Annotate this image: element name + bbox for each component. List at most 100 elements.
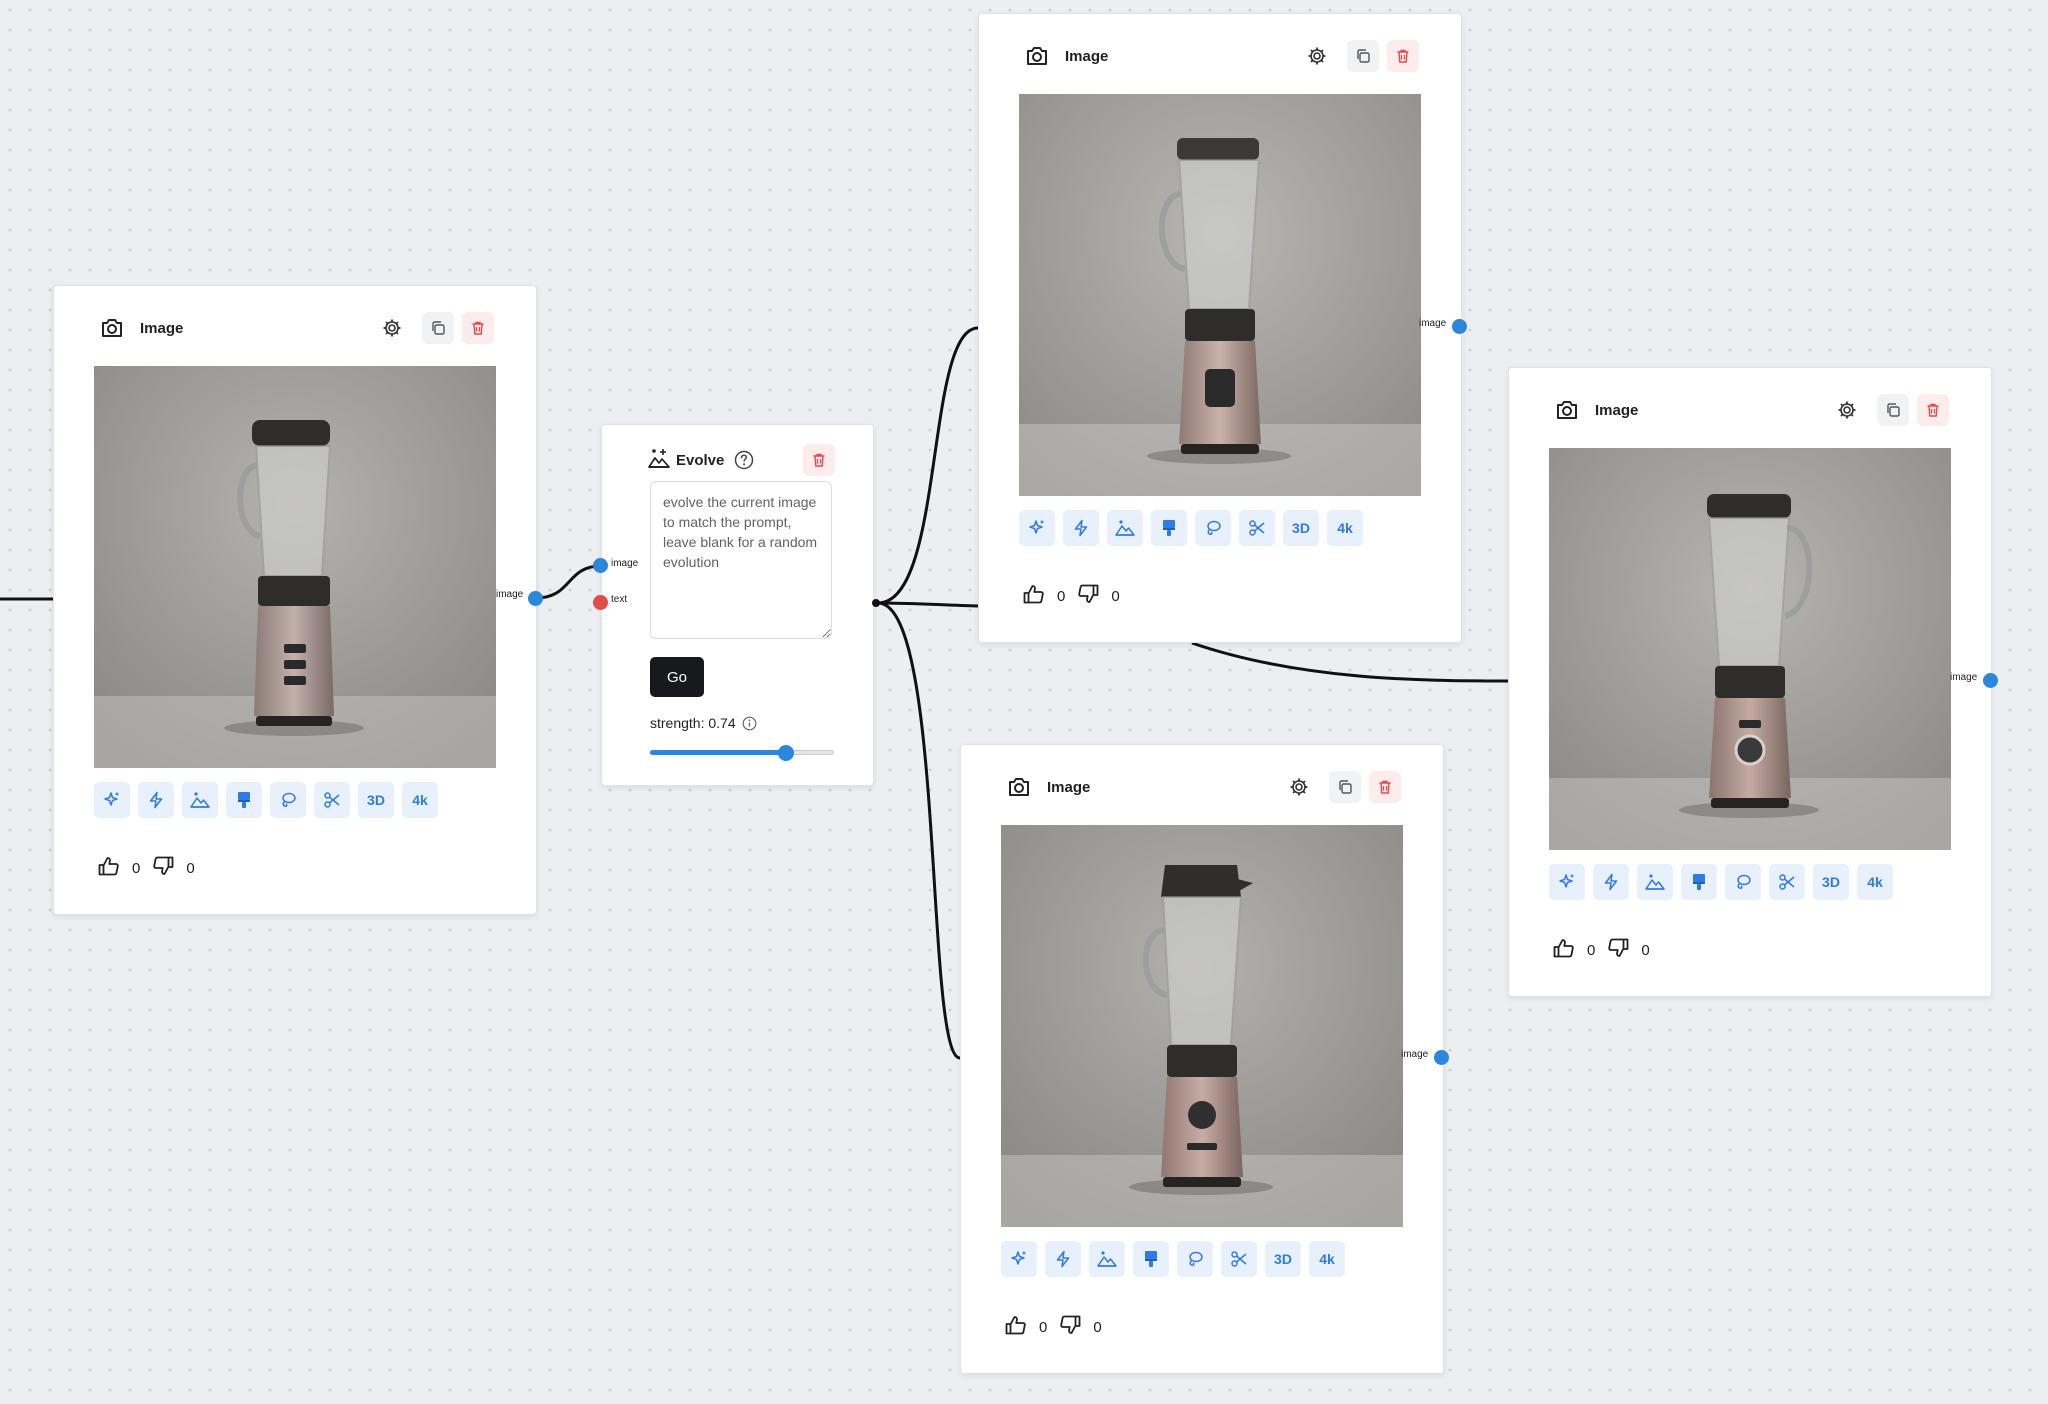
image-output-port[interactable] [1983,673,1998,688]
image-toolbar: 3D 4k [1001,1241,1353,1277]
image-node[interactable]: Image 3D 4k 0 0 [960,744,1444,1374]
scissors-button[interactable] [1239,510,1275,546]
strength-label: strength: 0.74 [650,715,736,731]
3d-button[interactable]: 3D [1813,864,1849,900]
thumbs-up-button[interactable] [1023,584,1045,608]
image-output-port[interactable] [1434,1050,1449,1065]
lasso-button[interactable] [270,782,306,818]
delete-button[interactable] [803,444,835,476]
thumbs-up-button[interactable] [1553,938,1575,962]
lightning-button[interactable] [1045,1241,1081,1277]
3d-button[interactable]: 3D [1265,1241,1301,1277]
duplicate-button[interactable] [1347,40,1379,72]
evolve-node[interactable]: Evolve Go strength: 0.74 [601,424,874,786]
delete-button[interactable] [1369,771,1401,803]
delete-button[interactable] [1387,40,1419,72]
output-port-label: image [1419,318,1447,329]
generated-image[interactable] [1001,825,1403,1227]
thumbs-up-button[interactable] [98,856,120,880]
vote-bar: 0 0 [1023,584,1132,608]
generated-image[interactable] [1549,448,1951,850]
landscape-icon [190,792,210,808]
lasso-icon [1737,874,1751,889]
go-button[interactable]: Go [650,657,704,697]
image-output-port[interactable] [1452,319,1467,334]
thumbs-up-button[interactable] [1005,1315,1027,1339]
generated-image[interactable] [94,366,496,768]
image-input-port[interactable] [593,558,608,573]
scissors-icon [324,792,340,808]
4k-button[interactable]: 4k [402,782,438,818]
landscape-button[interactable] [1107,510,1143,546]
lightning-button[interactable] [138,782,174,818]
camera-icon [1005,773,1033,801]
landscape-button[interactable] [1637,864,1673,900]
settings-button[interactable] [1831,394,1863,426]
settings-button[interactable] [1301,40,1333,72]
paint-brush-button[interactable] [1151,510,1187,546]
like-count: 0 [1039,1318,1048,1336]
image-node[interactable]: Image 3D 4k 0 0 [1508,367,1992,997]
evolve-output-port[interactable] [872,599,880,607]
node-title: Image [1595,401,1639,419]
sparkles-button[interactable] [1001,1241,1037,1277]
image-node[interactable]: Image 3D 4k 0 0 [53,285,537,915]
landscape-button[interactable] [1089,1241,1125,1277]
sparkles-button[interactable] [94,782,130,818]
text-input-port[interactable] [593,595,608,610]
scissors-button[interactable] [314,782,350,818]
duplicate-button[interactable] [422,312,454,344]
sparkles-button[interactable] [1019,510,1055,546]
delete-button[interactable] [462,312,494,344]
sparkles-icon [104,792,119,806]
thumbs-down-button[interactable] [1059,1315,1081,1339]
delete-button[interactable] [1917,394,1949,426]
image-node[interactable]: Image 3D 4k 0 0 [978,13,1462,643]
thumbs-down-icon [1078,584,1099,603]
image-toolbar: 3D 4k [1549,864,1901,900]
duplicate-button[interactable] [1877,394,1909,426]
paint-brush-icon [1163,520,1175,536]
dislike-count: 0 [1641,941,1650,959]
sparkles-button[interactable] [1549,864,1585,900]
thumbs-down-button[interactable] [1077,584,1099,608]
paint-brush-button[interactable] [226,782,262,818]
lasso-button[interactable] [1177,1241,1213,1277]
thumbs-down-button[interactable] [1607,938,1629,962]
scissors-button[interactable] [1221,1241,1257,1277]
evolve-header: Evolve [648,443,835,477]
4k-button[interactable]: 4k [1327,510,1363,546]
image-toolbar: 3D 4k [1019,510,1371,546]
thumbs-up-icon [1023,585,1044,604]
4k-button[interactable]: 4k [1309,1241,1345,1277]
strength-slider[interactable] [650,745,834,761]
dislike-count: 0 [1093,1318,1102,1336]
duplicate-button[interactable] [1329,771,1361,803]
camera-icon [1023,42,1051,70]
generated-image[interactable] [1019,94,1421,496]
4k-button[interactable]: 4k [1857,864,1893,900]
copy-icon [1339,780,1352,794]
scissors-button[interactable] [1769,864,1805,900]
image-output-port[interactable] [528,591,543,606]
help-icon[interactable] [734,450,754,470]
node-title: Image [1065,47,1109,65]
sparkles-icon [1029,520,1044,534]
copy-icon [1887,403,1900,417]
node-header: Image [1005,769,1401,805]
slider-thumb[interactable] [778,745,794,761]
lasso-button[interactable] [1725,864,1761,900]
3d-button[interactable]: 3D [1283,510,1319,546]
settings-button[interactable] [1283,771,1315,803]
landscape-button[interactable] [182,782,218,818]
3d-button[interactable]: 3D [358,782,394,818]
prompt-input[interactable] [650,481,832,639]
settings-button[interactable] [376,312,408,344]
lasso-button[interactable] [1195,510,1231,546]
lightning-button[interactable] [1593,864,1629,900]
lightning-button[interactable] [1063,510,1099,546]
lightning-icon [149,791,163,809]
paint-brush-button[interactable] [1681,864,1717,900]
thumbs-down-button[interactable] [152,856,174,880]
paint-brush-button[interactable] [1133,1241,1169,1277]
